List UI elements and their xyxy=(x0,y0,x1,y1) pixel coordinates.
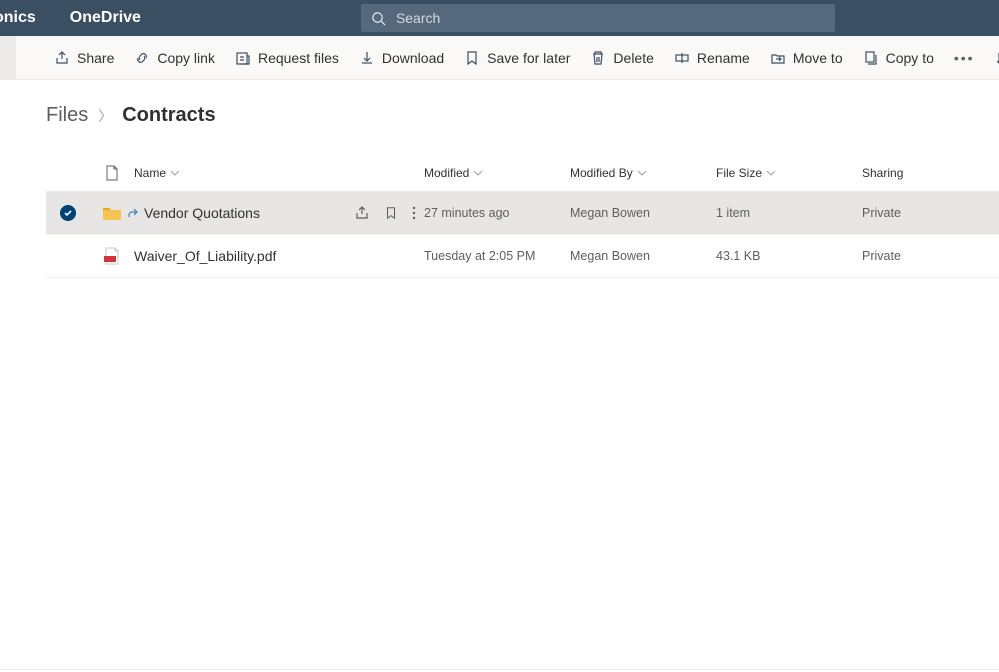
share-icon[interactable] xyxy=(354,248,370,264)
check-icon xyxy=(63,208,73,218)
chevron-down-icon xyxy=(170,168,180,178)
column-label: Name xyxy=(134,166,166,180)
item-modified-by: Megan Bowen xyxy=(570,249,716,263)
suite-bar: onics OneDrive xyxy=(0,0,999,36)
item-size: 1 item xyxy=(716,206,862,220)
column-label: Modified xyxy=(424,166,469,180)
cmd-label: Share xyxy=(77,50,114,66)
cmd-label: Move to xyxy=(793,50,843,66)
content-area: Files 〉 Contracts Name Modified Modified… xyxy=(0,80,999,278)
file-list: Name Modified Modified By File Size Shar… xyxy=(46,155,999,278)
rename-icon xyxy=(674,50,690,66)
shortcut-overlay-icon xyxy=(128,208,138,218)
column-label: File Size xyxy=(716,166,762,180)
more-actions-icon[interactable] xyxy=(412,248,416,264)
item-name[interactable]: Waiver_Of_Liability.pdf xyxy=(134,248,346,264)
share-button[interactable]: Share xyxy=(44,36,124,79)
cmd-label: Delete xyxy=(613,50,653,66)
app-name[interactable]: OneDrive xyxy=(50,9,161,27)
column-header-modified[interactable]: Modified xyxy=(424,166,570,180)
move-to-icon xyxy=(770,50,786,66)
item-name[interactable]: Vendor Quotations xyxy=(144,205,346,221)
bookmark-icon[interactable] xyxy=(384,248,398,264)
cmd-label: Copy link xyxy=(157,50,215,66)
search-icon xyxy=(371,11,386,26)
cmd-label: Request files xyxy=(258,50,339,66)
table-row[interactable]: Waiver_Of_Liability.pdf Tuesday at 2:05 … xyxy=(46,235,999,278)
move-to-button[interactable]: Move to xyxy=(760,36,853,79)
search-box[interactable] xyxy=(361,4,835,32)
selection-indicator[interactable] xyxy=(60,205,76,221)
left-rail-sliver xyxy=(0,36,16,79)
breadcrumb-root[interactable]: Files xyxy=(46,104,88,127)
pdf-file-icon xyxy=(104,247,120,265)
folder-icon xyxy=(102,205,122,221)
column-header-type[interactable] xyxy=(90,165,134,181)
request-files-icon xyxy=(235,50,251,66)
chevron-right-icon: 〉 xyxy=(98,106,112,126)
chevron-down-icon xyxy=(473,168,483,178)
request-files-button[interactable]: Request files xyxy=(225,36,349,79)
rename-button[interactable]: Rename xyxy=(664,36,760,79)
item-sharing: Private xyxy=(862,206,999,220)
bookmark-icon xyxy=(464,50,480,66)
chevron-down-icon xyxy=(766,168,776,178)
item-modified: 27 minutes ago xyxy=(424,206,570,220)
cmd-label: Save for later xyxy=(487,50,570,66)
item-sharing: Private xyxy=(862,249,999,263)
item-modified-by: Megan Bowen xyxy=(570,206,716,220)
chevron-down-icon xyxy=(637,168,647,178)
trash-icon xyxy=(590,50,606,66)
delete-button[interactable]: Delete xyxy=(580,36,663,79)
download-button[interactable]: Download xyxy=(349,36,454,79)
cmd-label: Rename xyxy=(697,50,750,66)
column-label: Modified By xyxy=(570,166,633,180)
column-header-name[interactable]: Name xyxy=(134,166,424,180)
copy-to-icon xyxy=(863,50,879,66)
tenant-name: onics xyxy=(0,9,50,27)
item-modified: Tuesday at 2:05 PM xyxy=(424,249,570,263)
download-icon xyxy=(359,50,375,66)
link-icon xyxy=(134,50,150,66)
column-header-sharing[interactable]: Sharing xyxy=(862,166,999,180)
cmd-label: Download xyxy=(382,50,444,66)
sort-icon xyxy=(995,50,999,66)
cmd-label: Copy to xyxy=(886,50,934,66)
bookmark-icon[interactable] xyxy=(384,205,398,221)
column-header-modified-by[interactable]: Modified By xyxy=(570,166,716,180)
breadcrumb: Files 〉 Contracts xyxy=(46,104,999,127)
command-bar: Share Copy link Request files Download S… xyxy=(0,36,999,80)
column-header-file-size[interactable]: File Size xyxy=(716,166,862,180)
sort-button[interactable]: S xyxy=(985,36,999,79)
share-icon xyxy=(54,50,70,66)
table-row[interactable]: Vendor Quotations 27 minutes ago Megan B… xyxy=(46,192,999,235)
column-label: Sharing xyxy=(862,166,903,180)
share-icon[interactable] xyxy=(354,205,370,221)
more-commands-button[interactable]: ••• xyxy=(944,36,985,79)
breadcrumb-current: Contracts xyxy=(122,104,215,127)
search-input[interactable] xyxy=(394,9,825,27)
ellipsis-icon: ••• xyxy=(954,50,975,66)
save-for-later-button[interactable]: Save for later xyxy=(454,36,580,79)
more-actions-icon[interactable] xyxy=(412,205,416,221)
item-size: 43.1 KB xyxy=(716,249,862,263)
list-header: Name Modified Modified By File Size Shar… xyxy=(46,155,999,192)
copy-to-button[interactable]: Copy to xyxy=(853,36,944,79)
copy-link-button[interactable]: Copy link xyxy=(124,36,225,79)
file-icon xyxy=(105,165,119,181)
